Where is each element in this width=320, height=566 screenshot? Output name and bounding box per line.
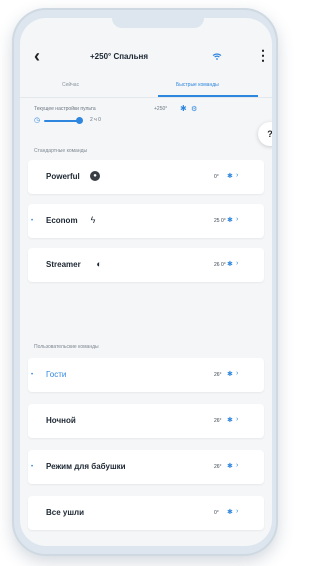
snowflake-icon: ✱ [227, 371, 233, 378]
setpoint-label: Текущее настройки пульта [34, 106, 96, 112]
app-screen: ‹ +250° Спальня ⋮ Сейчас Быстрые команды… [20, 18, 272, 546]
timer-icon: ◷ [34, 117, 41, 124]
mode-temp: 26° [214, 464, 222, 470]
active-dot-icon: • [31, 372, 34, 378]
mode-card-streamer[interactable]: Streamer ◐ 26 0° ✱ › [28, 248, 264, 282]
mode-temp: 26 0° [214, 262, 226, 268]
snowflake-icon: ✱ [227, 509, 233, 516]
mode-temp: 0° [214, 174, 219, 180]
active-tab-indicator [158, 95, 258, 97]
mode-card-grandma[interactable]: • Режим для бабушки 26° ✱ › [28, 450, 264, 484]
timer-slider-track[interactable] [44, 120, 78, 122]
mode-temp: 26° [214, 372, 222, 378]
mode-temp: 0° [214, 510, 219, 516]
snowflake-icon: ✱ [227, 173, 233, 180]
tab-quick-commands[interactable]: Быстрые команды [176, 82, 219, 88]
mode-name: Ночной [46, 416, 76, 425]
moon-icon: ◐ [96, 259, 102, 269]
mode-card-night[interactable]: Ночной 26° ✱ › [28, 404, 264, 438]
mode-card-guests[interactable]: • Гости 26° ✱ › [28, 358, 264, 392]
snowflake-icon: ✱ [227, 261, 233, 268]
chevron-right-icon[interactable]: › [236, 462, 238, 469]
chevron-right-icon[interactable]: › [236, 508, 238, 515]
kebab-menu-icon[interactable]: ⋮ [256, 48, 270, 62]
setpoint-panel: Текущее настройки пульта +250° ✱ ⚙ ◷ 2 ч… [34, 104, 264, 140]
mode-name: Гости [46, 370, 67, 379]
mode-card-econom[interactable]: • Econom ϟ 25 0° ✱ › [28, 204, 264, 238]
dark-circle-icon: ● [90, 171, 100, 181]
mode-name: Все ушли [46, 508, 85, 517]
chevron-right-icon[interactable]: › [236, 260, 238, 267]
wifi-icon [212, 53, 222, 60]
mode-card-all-gone[interactable]: Все ушли 0° ✱ › [28, 496, 264, 530]
mode-temp: 25 0° [214, 218, 226, 224]
active-dot-icon: • [31, 464, 34, 470]
mode-name: Econom [46, 216, 78, 225]
bolt-icon: ϟ [90, 215, 96, 225]
snowflake-icon: ✱ [227, 417, 233, 424]
mode-name: Powerful [46, 172, 80, 181]
mode-card-powerful[interactable]: Powerful ● 0° ✱ › [28, 160, 264, 194]
snowflake-icon: ✱ [180, 104, 187, 113]
help-button[interactable]: ? [258, 122, 272, 146]
timer-slider-knob[interactable] [76, 117, 83, 124]
active-dot-icon: • [31, 218, 34, 224]
chevron-right-icon[interactable]: › [236, 416, 238, 423]
snowflake-icon: ✱ [227, 217, 233, 224]
mode-name: Режим для бабушки [46, 462, 126, 471]
chevron-right-icon[interactable]: › [236, 216, 238, 223]
mode-temp: 26° [214, 418, 222, 424]
chevron-right-icon[interactable]: › [236, 370, 238, 377]
tab-bar: Сейчас Быстрые команды [20, 76, 272, 98]
chevron-right-icon[interactable]: › [236, 172, 238, 179]
snowflake-icon: ✱ [227, 463, 233, 470]
settings-icon[interactable]: ⚙ [191, 105, 197, 113]
phone-notch [112, 18, 204, 28]
setpoint-value: +250° [154, 106, 168, 112]
standard-section-title: Стандартные команды [34, 148, 88, 154]
mode-name: Streamer [46, 260, 81, 269]
timer-value: 2 ч 0 [90, 117, 101, 123]
custom-section-title: Пользовательские команды [34, 344, 99, 350]
top-bar: ‹ +250° Спальня ⋮ [20, 44, 272, 72]
tab-now[interactable]: Сейчас [62, 82, 79, 88]
chevron-left-icon[interactable]: ‹ [34, 46, 40, 67]
page-title: +250° Спальня [90, 52, 148, 61]
